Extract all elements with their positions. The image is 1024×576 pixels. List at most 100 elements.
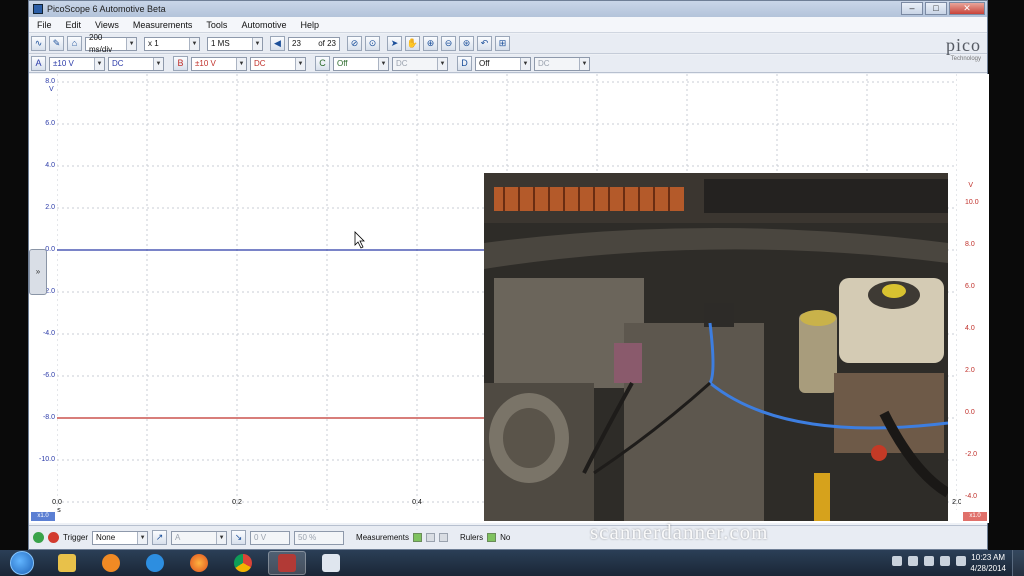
right-tick-label: 0.0 [965,409,975,416]
flag-icon[interactable] [908,556,918,566]
time-tick-label: 0.0 [52,499,62,506]
left-tick-label: -8.0 [42,414,55,421]
firefox-icon [190,554,208,572]
title-bar[interactable]: PicoScope 6 Automotive Beta – □ ✕ [29,1,987,17]
right-tick-label: 10.0 [965,199,979,206]
stop-icon[interactable]: ⊘ [347,36,362,51]
right-axis-unit: V [968,182,973,189]
channel-a-coupling-select[interactable]: DC ▼ [108,56,164,71]
left-tick-label: 4.0 [45,162,55,169]
logo-word: pico [946,35,981,55]
channel-a-icon[interactable]: A [31,56,46,71]
time-tick-label: 0.2 [232,499,242,506]
samples-select[interactable]: 1 MS ▼ [207,36,263,51]
probe-icon[interactable]: ✎ [49,36,64,51]
channel-d-icon[interactable]: D [457,56,472,71]
edit-measurement-icon[interactable] [425,533,435,542]
watermark-text: scannerdanner.com [590,520,769,544]
app-icon [33,4,43,14]
trigger-level-field[interactable]: 0 V [250,530,291,545]
channel-b-range-select[interactable]: ±10 V ▼ [191,56,247,71]
menu-help[interactable]: Help [300,20,319,30]
taskbar-explorer[interactable] [48,551,86,575]
menu-views[interactable]: Views [95,20,119,30]
network-icon[interactable] [924,556,934,566]
tray-arrow-icon[interactable] [892,556,902,566]
trigger-direction-icon[interactable]: ↘ [231,530,247,545]
volume-icon[interactable] [956,556,966,566]
left-tick-label: 6.0 [45,120,55,127]
maximize-button[interactable]: □ [925,2,947,15]
left-axis-unit: V [49,86,54,93]
timebase-select[interactable]: 200 ms/div ▼ [85,33,137,54]
channel-c-coupling-select[interactable]: DC ▼ [392,56,448,71]
home-icon[interactable]: ⌂ [67,36,82,51]
minimize-button[interactable]: – [901,2,923,15]
channel-b-coupling-select[interactable]: DC ▼ [250,56,306,71]
zoom-select[interactable]: x 1 ▼ [144,36,200,51]
menu-tools[interactable]: Tools [206,20,227,30]
picoscope-window: PicoScope 6 Automotive Beta – □ ✕ File E… [28,0,989,550]
channel-a-scale-tag[interactable]: x1.0 [31,512,55,521]
right-tick-label: -2.0 [965,451,978,458]
window-title: PicoScope 6 Automotive Beta [47,4,166,14]
measurements-label: Measurements [356,533,409,542]
trigger-edge-icon[interactable]: ↗ [152,530,168,545]
zoom-overview-icon[interactable]: ⊞ [495,36,510,51]
taskbar-media-player[interactable] [92,551,130,575]
show-desktop-button[interactable] [1012,550,1024,576]
channel-b-scale-tag[interactable]: x1.0 [963,512,987,521]
scope-mode-icon[interactable]: ∿ [31,36,46,51]
auto-setup-icon[interactable]: ⊙ [365,36,380,51]
stop-capture-icon[interactable] [48,532,59,543]
start-capture-icon[interactable] [33,532,44,543]
taskbar-picoscope[interactable] [268,551,306,575]
buffer-navigation-icon[interactable]: ◀ [270,36,285,51]
monitor-icon[interactable] [940,556,950,566]
channel-c-range-select[interactable]: Off ▼ [333,56,389,71]
document-icon [322,554,340,572]
channel-b-icon[interactable]: B [173,56,188,71]
zoom-fit-icon[interactable]: ⊛ [459,36,474,51]
left-tick-label: -4.0 [42,330,55,337]
taskbar-clock[interactable]: 10:23 AM 4/28/2014 [970,552,1006,574]
left-tick-label: 2.0 [45,204,55,211]
undo-zoom-icon[interactable]: ↶ [477,36,492,51]
start-button[interactable] [10,551,34,575]
main-toolbar: ∿ ✎ ⌂ 200 ms/div ▼ x 1 ▼ 1 MS ▼ ◀ 23 of 23 … [29,33,987,54]
trigger-channel-select[interactable]: A ▼ [171,530,228,545]
scope-view[interactable]: V 8.0 6.0 4.0 2.0 0.0 -2.0 -4.0 -6.0 -8.0 -10.0 x… [29,74,989,523]
zoom-in-icon[interactable]: ⊕ [423,36,438,51]
hand-tool-icon[interactable]: ✋ [405,36,420,51]
side-panel-handle[interactable]: » [29,249,47,295]
trigger-mode-select[interactable]: None ▼ [92,530,149,545]
add-measurement-icon[interactable] [412,533,422,542]
channel-d-coupling-select[interactable]: DC ▼ [534,56,590,71]
picoscope-icon [278,554,296,572]
channel-d-range-select[interactable]: Off ▼ [475,56,531,71]
chrome-icon [234,554,252,572]
rulers-settings-icon[interactable] [487,533,497,542]
delete-measurement-icon[interactable] [438,533,448,542]
trigger-position-field[interactable]: 50 % [294,530,345,545]
chevron-down-icon: ▼ [126,37,136,50]
channel-c-icon[interactable]: C [315,56,330,71]
menu-measurements[interactable]: Measurements [133,20,193,30]
zoom-out-icon[interactable]: ⊖ [441,36,456,51]
close-button[interactable]: ✕ [949,2,985,15]
menu-automotive[interactable]: Automotive [241,20,286,30]
time-axis-unit: s [57,507,61,514]
mouse-cursor-icon [354,231,365,249]
taskbar-internet-explorer[interactable] [136,551,174,575]
chevron-down-icon: ▼ [437,57,447,70]
channel-a-range-select[interactable]: ±10 V ▼ [49,56,105,71]
right-axis: V 10.0 8.0 6.0 4.0 2.0 0.0 -2.0 -4.0 x1.0 [961,74,989,523]
menu-edit[interactable]: Edit [66,20,82,30]
taskbar-chrome[interactable] [224,551,262,575]
taskbar-firefox[interactable] [180,551,218,575]
pointer-tool-icon[interactable]: ➤ [387,36,402,51]
menu-file[interactable]: File [37,20,52,30]
chevron-down-icon: ▼ [216,531,227,544]
taskbar-document[interactable] [312,551,350,575]
buffer-index-field[interactable]: 23 of 23 [288,36,340,51]
